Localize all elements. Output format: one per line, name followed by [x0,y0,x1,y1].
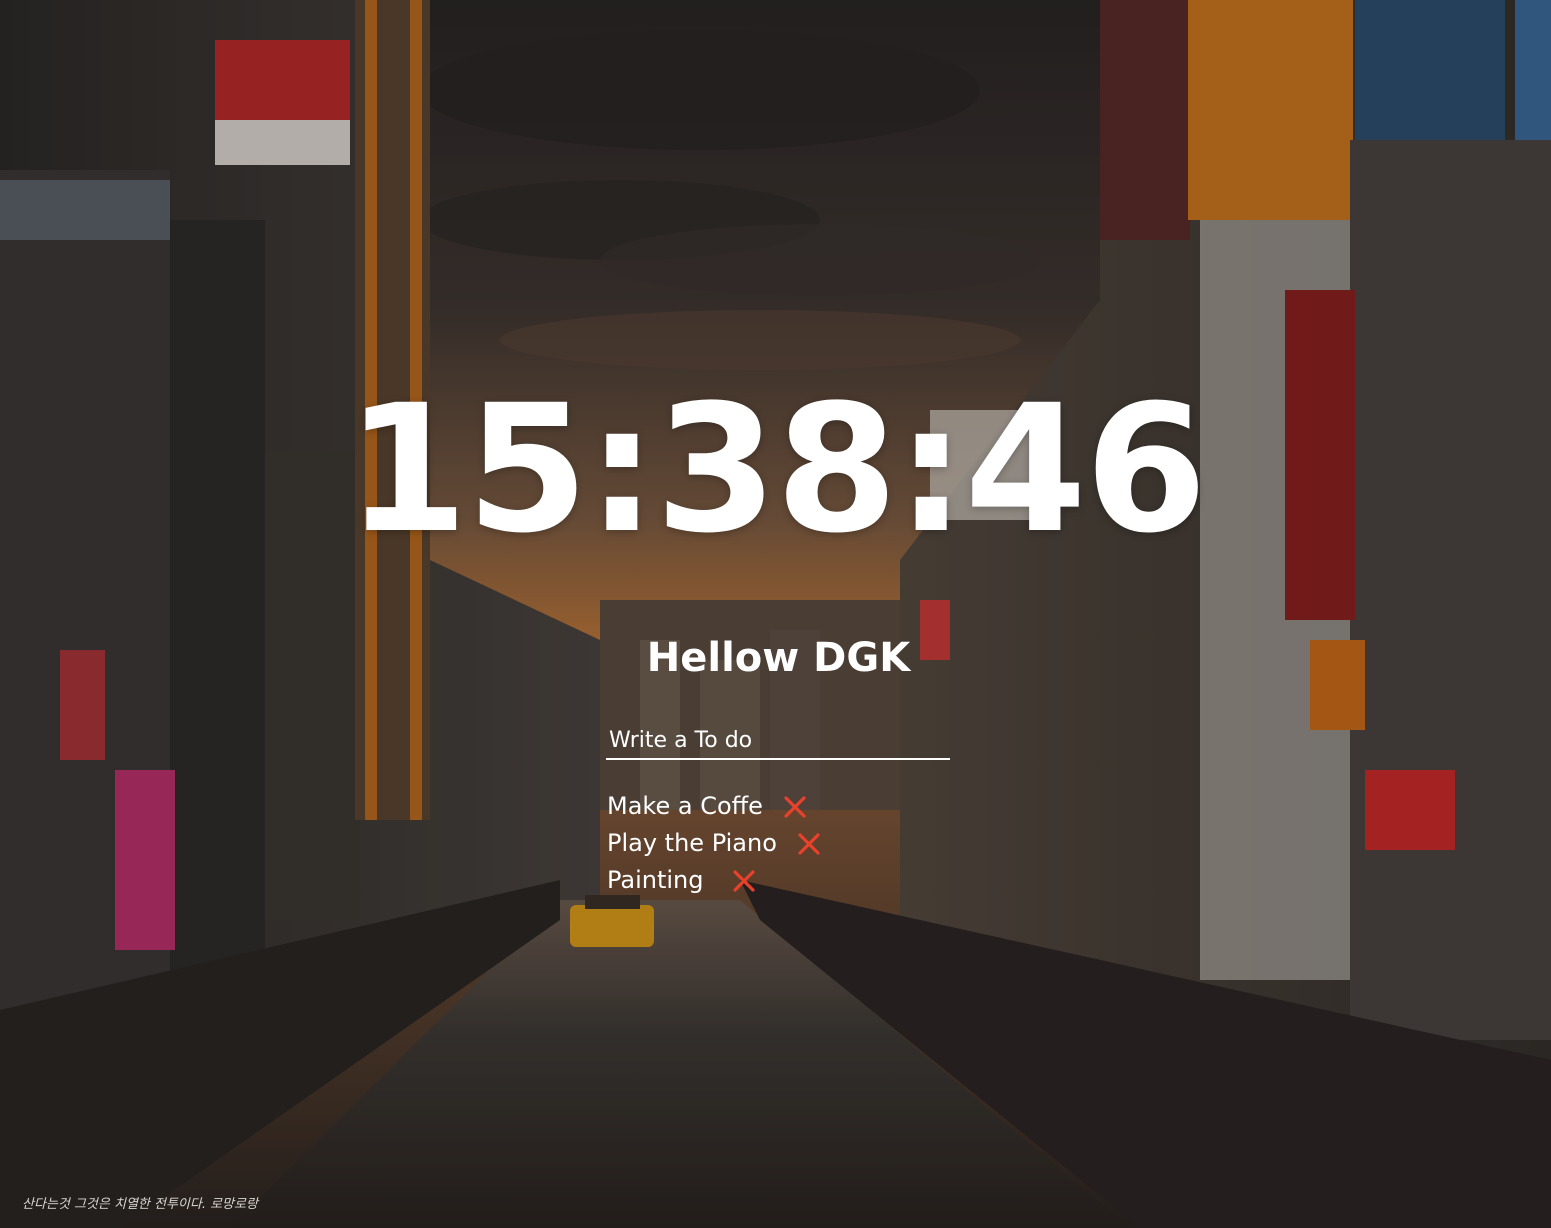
clock: 15:38:46 [345,367,1208,572]
background-dim-overlay [0,0,1551,1228]
todo-item: Play the Piano [607,825,823,862]
x-icon [798,832,820,855]
quote-text: 산다는것 그것은 치열한 전투이다. 로망로랑 [22,1197,258,1212]
todo-text: Painting [607,866,704,894]
delete-todo-button[interactable] [781,793,809,821]
greeting: Hellow DGK [646,635,911,681]
x-icon [732,869,755,892]
delete-todo-button[interactable] [795,830,823,858]
todo-input[interactable] [606,722,950,760]
todo-item: Painting [607,862,823,899]
todo-item: Make a Coffe [607,788,823,825]
todo-text: Play the Piano [607,829,777,857]
x-icon [784,795,806,818]
delete-todo-button[interactable] [730,867,758,895]
todo-list: Make a Coffe Play the Piano Painting [607,788,823,899]
todo-text: Make a Coffe [607,792,763,820]
todo-form [606,722,950,760]
